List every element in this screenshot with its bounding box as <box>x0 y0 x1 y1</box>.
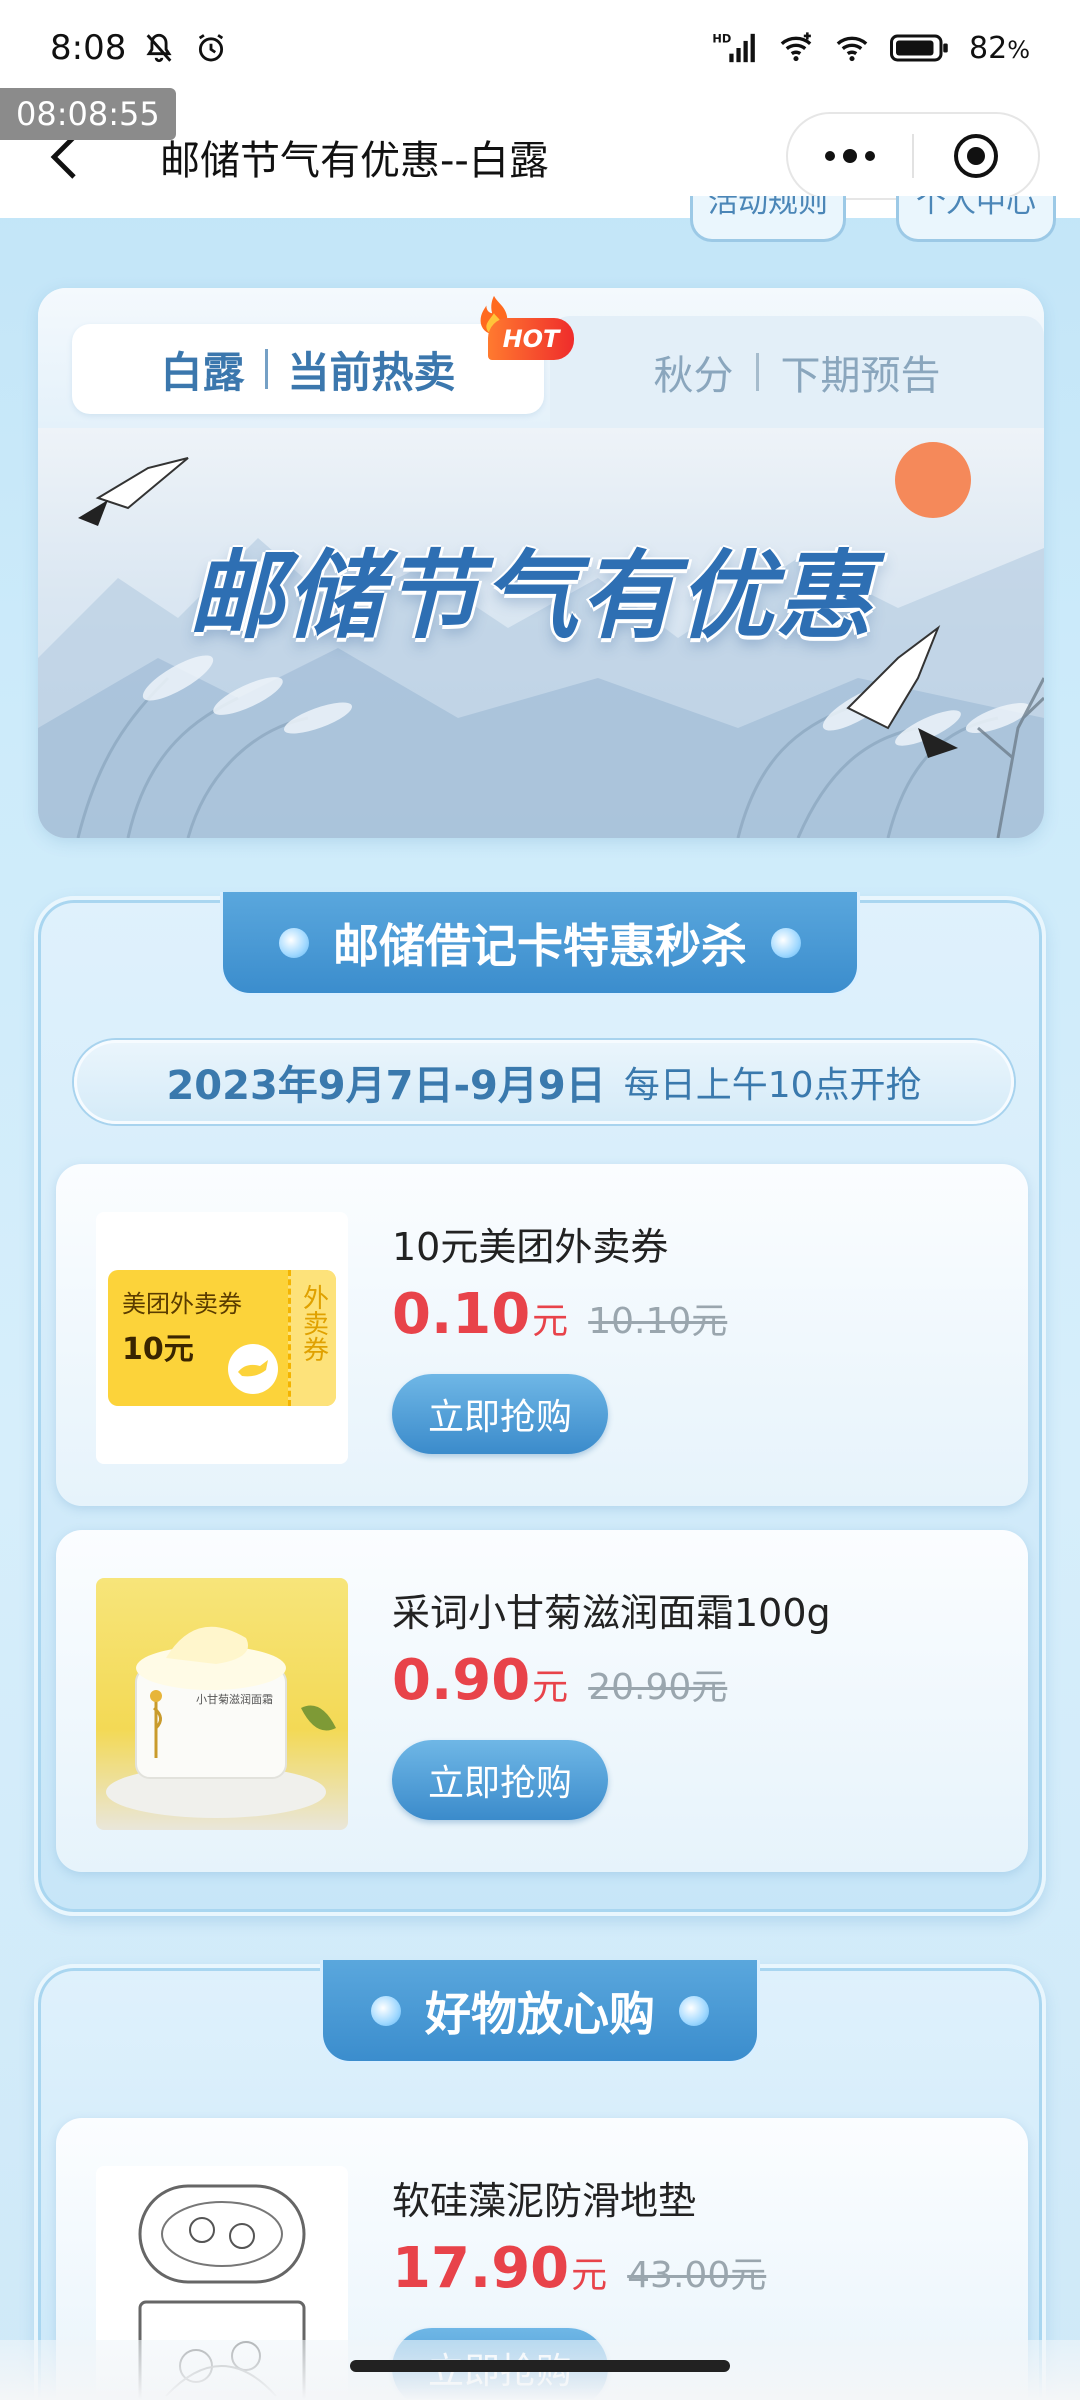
original-price: 10.10元 <box>588 1301 728 1342</box>
coupon-value: 10元 <box>122 1332 194 1367</box>
flash-sale-header: 邮储借记卡特惠秒杀 <box>220 892 860 996</box>
signal-icon: HD <box>711 29 759 67</box>
kangaroo-logo-icon <box>228 1344 278 1394</box>
sale-time-note: 每日上午10点开抢 <box>623 1065 922 1106</box>
more-button[interactable] <box>788 112 912 200</box>
rules-link[interactable]: 活动规则 <box>690 196 846 242</box>
buy-now-button[interactable]: 立即抢购 <box>392 1740 608 1820</box>
sale-date-pill: 2023年9月7日-9月9日 每日上午10点开抢 <box>74 1040 1014 1124</box>
back-arrow-icon <box>50 135 76 179</box>
product-card[interactable]: 美团外卖券 10元 外卖券 10元美团外卖券 0.10元 10.10元 立即抢购 <box>56 1164 1028 1506</box>
product-image: 小甘菊滋润面霜 <box>96 1578 348 1830</box>
good-products-header: 好物放心购 <box>320 1960 760 2064</box>
price-value: 0.10 <box>392 1282 531 1347</box>
season-tab-card: 秋分 下期预告 白露 当前热卖 HOT 邮储节气有优惠 <box>38 288 1044 838</box>
coupon-stub: 外卖券 <box>288 1270 336 1406</box>
rules-link-label: 活动规则 <box>708 196 828 220</box>
banner-title: 邮储节气有优惠 <box>188 540 874 652</box>
product-name: 软硅藻泥防滑地垫 <box>392 2179 697 2223</box>
original-price: 20.90元 <box>588 1667 728 1708</box>
status-bar: 8:08 HD 82% <box>0 0 1080 96</box>
price-unit: 元 <box>571 2255 608 2296</box>
sale-price: 17.90元 <box>392 2236 607 2301</box>
crane-icon <box>78 457 189 526</box>
hot-badge: HOT <box>488 318 574 360</box>
good-products-section: 好物放心购 软硅藻泥防滑地垫 17.90元 43.00元 <box>34 1960 1046 2400</box>
home-indicator[interactable] <box>350 2360 730 2372</box>
battery-level: 82% <box>969 30 1030 66</box>
status-time: 8:08 <box>50 28 127 68</box>
product-name: 采词小甘菊滋润面霜100g <box>392 1591 831 1635</box>
flash-sale-section: 邮储借记卡特惠秒杀 2023年9月7日-9月9日 每日上午10点开抢 美团外卖券… <box>34 892 1046 1916</box>
wifi-plus-icon <box>777 29 815 67</box>
wifi-icon <box>833 29 871 67</box>
sale-price: 0.10元 <box>392 1282 568 1347</box>
mute-bell-icon <box>140 29 178 67</box>
sale-date: 2023年9月7日-9月9日 <box>166 1063 606 1109</box>
price-row: 0.90元 20.90元 <box>392 1648 727 1713</box>
svg-text:小甘菊滋润面霜: 小甘菊滋润面霜 <box>196 1692 273 1706</box>
close-mini-program-button[interactable] <box>914 112 1038 200</box>
time-overlay: 08:08:55 <box>0 88 176 140</box>
price-row: 0.10元 10.10元 <box>392 1282 727 1347</box>
original-price: 43.00元 <box>627 2255 767 2296</box>
product-image: 美团外卖券 10元 外卖券 <box>96 1212 348 1464</box>
coupon-title: 美团外卖券 <box>122 1290 242 1318</box>
tab-next-term-name: 秋分 <box>653 353 734 399</box>
coupon-graphic: 美团外卖券 10元 外卖券 <box>108 1270 336 1406</box>
personal-center-link[interactable]: 个人中心 <box>896 196 1056 242</box>
status-right: HD 82% <box>711 29 1030 67</box>
tab-divider <box>264 349 268 389</box>
svg-text:HD: HD <box>712 31 731 45</box>
mini-program-capsule <box>786 112 1040 200</box>
status-left: 8:08 <box>50 28 230 68</box>
tab-next-term-label: 下期预告 <box>780 353 941 399</box>
personal-center-label: 个人中心 <box>916 196 1036 220</box>
price-value: 17.90 <box>392 2236 570 2301</box>
bubble-icon <box>771 927 801 958</box>
price-unit: 元 <box>532 1667 569 1708</box>
back-button[interactable] <box>40 133 88 181</box>
page: 8:08 HD 82% 08:08:55 邮储节气有优惠--白露 活动规则 个人… <box>0 0 1080 2400</box>
tab-current-term-name: 白露 <box>160 347 245 397</box>
price-row: 17.90元 43.00元 <box>392 2236 766 2301</box>
season-banner: 邮储节气有优惠 <box>38 428 1044 838</box>
tab-next-term[interactable]: 秋分 下期预告 <box>550 316 1044 428</box>
tab-current-term-label: 当前热卖 <box>287 347 456 397</box>
page-title: 邮储节气有优惠--白露 <box>160 138 549 184</box>
face-cream-jar-icon: 小甘菊滋润面霜 <box>106 1626 336 1818</box>
alarm-icon <box>192 29 230 67</box>
more-dots-icon <box>825 149 875 163</box>
buy-now-button[interactable]: 立即抢购 <box>392 1374 608 1454</box>
bubble-icon <box>279 927 309 958</box>
product-card[interactable]: 小甘菊滋润面霜 采词小甘菊滋润面霜100g 0.90元 20.90元 立即抢购 <box>56 1530 1028 1872</box>
price-value: 0.90 <box>392 1648 531 1713</box>
bubble-icon <box>679 1995 709 2026</box>
target-circle-icon <box>953 134 998 178</box>
coupon-side-text: 外卖券 <box>298 1284 329 1362</box>
flash-sale-title: 邮储借记卡特惠秒杀 <box>333 918 747 973</box>
price-unit: 元 <box>532 1301 569 1342</box>
battery-icon <box>889 29 951 67</box>
tab-divider <box>755 353 759 391</box>
bubble-icon <box>371 1995 401 2026</box>
sale-price: 0.90元 <box>392 1648 568 1713</box>
good-products-title: 好物放心购 <box>425 1986 655 2041</box>
product-name: 10元美团外卖券 <box>392 1225 669 1269</box>
